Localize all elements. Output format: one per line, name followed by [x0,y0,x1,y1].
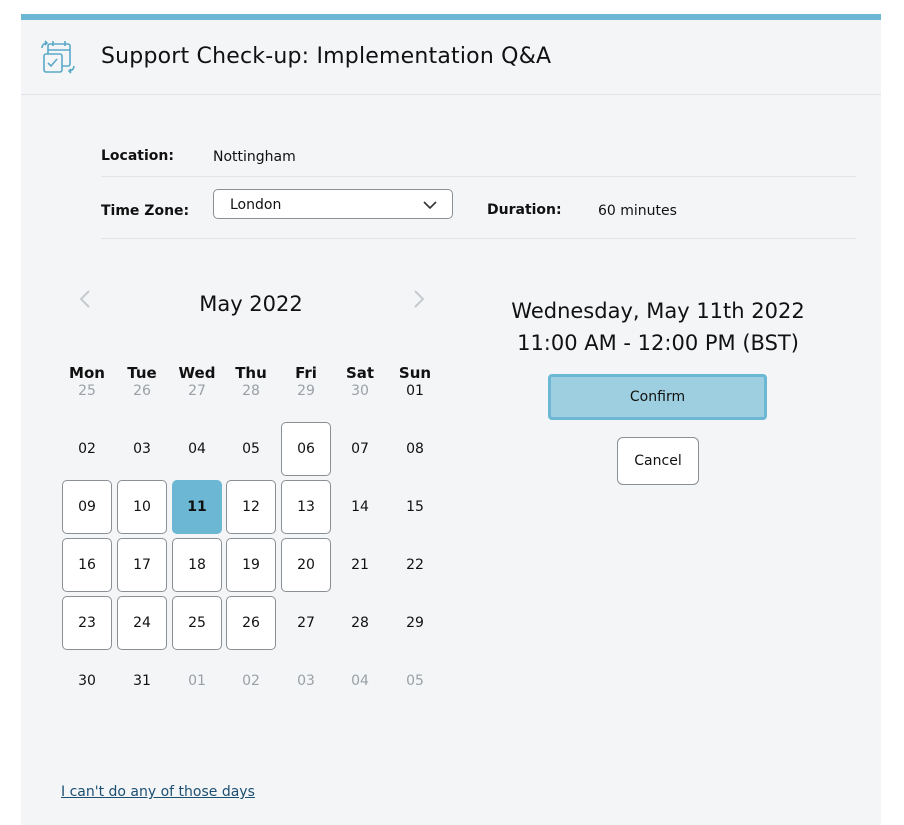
timezone-select[interactable]: London [213,189,453,219]
calendar-day: 31 [133,673,151,689]
calendar-day: 02 [242,673,260,689]
calendar-day[interactable]: 09 [62,480,112,534]
duration-label: Duration: [487,202,562,218]
calendar-day[interactable]: 16 [62,538,112,592]
calendar-day[interactable]: 25 [172,596,222,650]
timezone-value: London [230,197,282,213]
calendar-day: 15 [406,499,424,515]
timezone-label: Time Zone: [101,203,190,219]
selected-time: 11:00 AM - 12:00 PM (BST) [517,331,799,355]
selected-datetime: Wednesday, May 11th 2022 11:00 AM - 12:0… [481,295,835,359]
calendar-day: 04 [351,673,369,689]
calendar-day: 27 [188,383,206,399]
calendar-day[interactable]: 19 [226,538,276,592]
calendar-day: 21 [351,557,369,573]
calendar-day: 29 [406,615,424,631]
calendar-day[interactable]: 20 [281,538,331,592]
calendar-day: 01 [406,383,424,399]
calendar-day: 04 [188,441,206,457]
calendar-day[interactable]: 18 [172,538,222,592]
header: Support Check-up: Implementation Q&A [21,20,881,95]
calendar-day: 05 [406,673,424,689]
calendar-day: 05 [242,441,260,457]
calendar-day: 03 [133,441,151,457]
calendar-day: 25 [78,383,96,399]
calendar-day[interactable]: 06 [281,422,331,476]
calendar-day-selected[interactable]: 11 [172,480,222,534]
location-label: Location: [101,148,174,164]
calendar-day: 29 [297,383,315,399]
cancel-button[interactable]: Cancel [617,437,699,485]
page-title: Support Check-up: Implementation Q&A [101,44,552,69]
divider [101,176,856,177]
month-title: May 2022 [199,292,303,316]
calendar-day: 26 [133,383,151,399]
calendar-day: 22 [406,557,424,573]
calendar-day: 28 [242,383,260,399]
calendar-day[interactable]: 24 [117,596,167,650]
calendar-day: 01 [188,673,206,689]
prev-month-button[interactable] [77,288,93,310]
calendar-day: 02 [78,441,96,457]
calendar-day: 07 [351,441,369,457]
selected-date: Wednesday, May 11th 2022 [511,299,805,323]
calendar-day: 30 [351,383,369,399]
calendar-day: 28 [351,615,369,631]
calendar-day[interactable]: 10 [117,480,167,534]
calendar-day[interactable]: 17 [117,538,167,592]
chevron-down-icon [422,197,438,211]
calendar-day[interactable]: 13 [281,480,331,534]
calendar-day[interactable]: 23 [62,596,112,650]
divider [101,238,856,239]
next-month-button[interactable] [411,288,427,310]
calendar-day: 14 [351,499,369,515]
calendar-day: 08 [406,441,424,457]
calendar-day[interactable]: 26 [226,596,276,650]
confirm-button[interactable]: Confirm [548,374,767,420]
calendar-day: 03 [297,673,315,689]
scheduler-panel: Support Check-up: Implementation Q&A Loc… [21,14,881,825]
duration-value: 60 minutes [598,203,677,219]
calendar-day: 30 [78,673,96,689]
calendar-sync-icon [39,38,79,78]
location-value: Nottingham [213,149,296,165]
calendar-day[interactable]: 12 [226,480,276,534]
no-suitable-days-link[interactable]: I can't do any of those days [61,784,255,800]
calendar-day: 27 [297,615,315,631]
